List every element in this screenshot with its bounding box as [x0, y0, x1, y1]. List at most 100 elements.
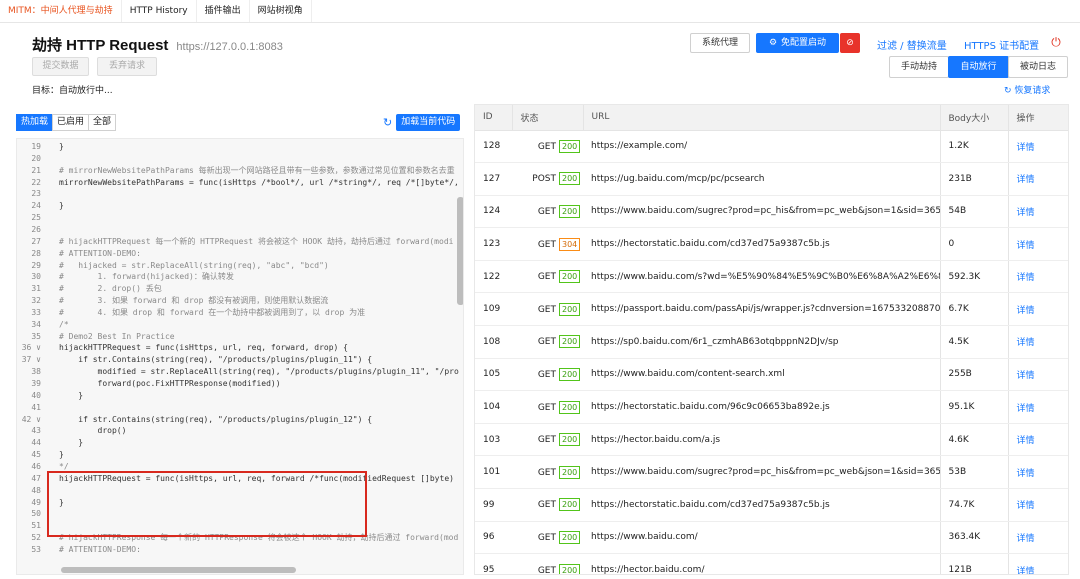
row-url: https://www.baidu.com/ — [583, 521, 940, 555]
column-header: 操作 — [1008, 105, 1068, 131]
system-proxy-button[interactable]: 系统代理 — [690, 33, 750, 53]
detail-link[interactable]: 详情 — [1007, 260, 1068, 294]
discard-request-button[interactable]: 丢弃请求 — [97, 57, 157, 76]
table-row[interactable]: 122 GET 200 https://www.baidu.com/s?wd=%E5%… — [475, 260, 1068, 294]
row-id: 99 — [475, 488, 512, 522]
code-text: } — [59, 142, 64, 151]
table-row[interactable]: 101 GET 200 https://www.baidu.com/sugrec?pr… — [475, 455, 1068, 490]
table-row[interactable]: 108 GET 200 https://sp0.baidu.com/6r1_czmhA… — [475, 325, 1068, 359]
code-text: # ATTENTION-DEMO: — [59, 544, 141, 554]
refresh-icon[interactable]: ↻ — [383, 116, 392, 129]
detail-link-label[interactable]: 详情 — [1017, 436, 1035, 446]
code-line: 33 # 4. 如果 drop 和 forward 在一个劫持中都被调用到了，以 … — [17, 307, 463, 318]
detail-link-label[interactable]: 详情 — [1017, 208, 1035, 218]
detail-link[interactable]: 详情 — [1007, 130, 1068, 164]
table-row[interactable]: 96 GET 200 https://www.baidu.com/363.4K 详情 — [475, 521, 1068, 555]
detail-link[interactable]: 详情 — [1007, 553, 1068, 574]
line-number: 48 — [31, 485, 41, 495]
request-method: GET — [537, 435, 556, 446]
line-number: 49 — [31, 497, 41, 507]
row-id: 105 — [475, 358, 512, 392]
detail-link-label[interactable]: 详情 — [1017, 469, 1035, 479]
https-cert-link[interactable]: HTTPS 证书配置 — [964, 37, 1039, 52]
line-number: 35 — [31, 331, 41, 341]
top-tab[interactable]: HTTP History — [122, 0, 197, 22]
detail-link-label[interactable]: 详情 — [1017, 306, 1035, 316]
filter-tab[interactable]: 已启用 — [52, 114, 90, 131]
submit-data-button[interactable]: 提交数据 — [32, 57, 89, 76]
code-text: modified = str.ReplaceAll(string(req), "… — [59, 367, 459, 377]
row-id: 96 — [475, 521, 512, 555]
detail-link[interactable]: 详情 — [1007, 423, 1068, 457]
status-code-badge: 200 — [559, 465, 581, 479]
filter-tab[interactable]: 热加载 — [16, 114, 54, 131]
line-number: 22 — [31, 177, 41, 187]
auto-config-start-button[interactable]: ⚙ 免配置启动 — [756, 33, 839, 53]
detail-link-label[interactable]: 详情 — [1017, 501, 1035, 511]
table-row[interactable]: 105 GET 200 https://www.baidu.com/content-s… — [475, 358, 1068, 392]
code-text: } — [59, 201, 64, 211]
detail-link-label[interactable]: 详情 — [1017, 241, 1035, 251]
top-tab[interactable]: 插件输出 — [197, 0, 250, 22]
detail-link[interactable]: 详情 — [1007, 227, 1068, 261]
detail-link[interactable]: 详情 — [1007, 292, 1068, 327]
detail-link[interactable]: 详情 — [1007, 455, 1068, 490]
row-id: 108 — [475, 325, 512, 359]
detail-link-label[interactable]: 详情 — [1017, 143, 1035, 153]
detail-link[interactable]: 详情 — [1007, 390, 1068, 424]
table-row[interactable]: 103 GET 200 https://hector.baidu.com/a.js 4.… — [475, 423, 1068, 457]
detail-link[interactable]: 详情 — [1007, 195, 1068, 229]
stop-button[interactable]: ⊘ — [840, 33, 860, 53]
row-body-size: 74.7K — [939, 488, 1008, 522]
row-body-size: 592.3K — [939, 260, 1008, 294]
code-line: 40 } — [17, 390, 463, 401]
table-row[interactable]: 109 GET 200 https://passport.baidu.com/pass… — [475, 292, 1068, 327]
detail-link-label[interactable]: 详情 — [1017, 567, 1035, 574]
filter-replace-link[interactable]: 过滤 / 替换流量 — [877, 37, 947, 52]
request-method: GET — [537, 272, 556, 283]
power-icon[interactable]: ⏻ — [1049, 35, 1063, 49]
row-body-size: 4.5K — [939, 325, 1008, 359]
table-row[interactable]: 127 POST 200 https://ug.baidu.com/mcp/pc/pc… — [475, 162, 1068, 196]
editor-horizontal-scrollbar[interactable] — [61, 567, 296, 573]
passive-log-button[interactable]: 被动日志 — [1008, 56, 1068, 78]
detail-link-label[interactable]: 详情 — [1017, 534, 1035, 544]
row-status: GET 200 — [512, 553, 583, 574]
line-number: 21 — [31, 165, 41, 175]
code-line: 31 # 2. drop() 丢包 — [17, 283, 463, 294]
code-line: 32 # 3. 如果 forward 和 drop 都没有被调用，则使用默认数据流 — [17, 295, 463, 306]
detail-link-label[interactable]: 详情 — [1017, 371, 1035, 381]
table-row[interactable]: 124 GET 200 https://www.baidu.com/sugrec?pr… — [475, 195, 1068, 229]
top-tab[interactable]: MITM：中间人代理与劫持 — [0, 0, 122, 22]
table-row[interactable]: 123 GET 304 https://hectorstatic.baidu.com/… — [475, 227, 1068, 261]
filter-tab[interactable]: 全部 — [88, 114, 117, 131]
row-id: 124 — [475, 195, 512, 229]
detail-link-label[interactable]: 详情 — [1017, 338, 1035, 348]
code-editor[interactable]: 53 # ATTENTION-DEMO: 52 # hijackHTTPRespons… — [16, 138, 464, 575]
detail-link-label[interactable]: 详情 — [1017, 175, 1035, 185]
detail-link[interactable]: 详情 — [1007, 521, 1068, 555]
page-title: 劫持 HTTP Request — [32, 37, 169, 54]
line-number: 25 — [31, 213, 41, 223]
detail-link-label[interactable]: 详情 — [1017, 273, 1035, 283]
table-row[interactable]: 99 GET 200 https://hectorstatic.baidu.com/c… — [475, 488, 1068, 522]
restore-request-link[interactable]: ↻ 恢复请求 — [1004, 83, 1050, 96]
row-id: 127 — [475, 162, 512, 196]
detail-link[interactable]: 详情 — [1007, 325, 1068, 359]
detail-link-label[interactable]: 详情 — [1017, 404, 1035, 414]
column-header: ID — [475, 105, 513, 131]
table-row[interactable]: 104 GET 200 https://hectorstatic.baidu.com/… — [475, 390, 1068, 424]
detail-link[interactable]: 详情 — [1007, 358, 1068, 392]
manual-hijack-button[interactable]: 手动劫持 — [889, 56, 949, 78]
target-status: 目标：自动放行中... — [32, 86, 113, 96]
detail-link[interactable]: 详情 — [1007, 162, 1068, 196]
code-text: # 2. drop() 丢包 — [59, 284, 162, 294]
auto-release-button[interactable]: 自动放行 — [948, 56, 1009, 78]
table-row[interactable]: 95 GET 200 https://hector.baidu.com/121B 详情 — [475, 553, 1068, 574]
request-method: GET — [537, 500, 556, 511]
detail-link[interactable]: 详情 — [1007, 488, 1068, 522]
table-row[interactable]: 128 GET 200 https://example.com/1.2K 详情 — [475, 130, 1068, 164]
editor-vertical-scrollbar[interactable] — [457, 197, 463, 305]
top-tab[interactable]: 网站树视角 — [250, 0, 312, 22]
load-current-code-button[interactable]: 加载当前代码 — [396, 114, 461, 131]
